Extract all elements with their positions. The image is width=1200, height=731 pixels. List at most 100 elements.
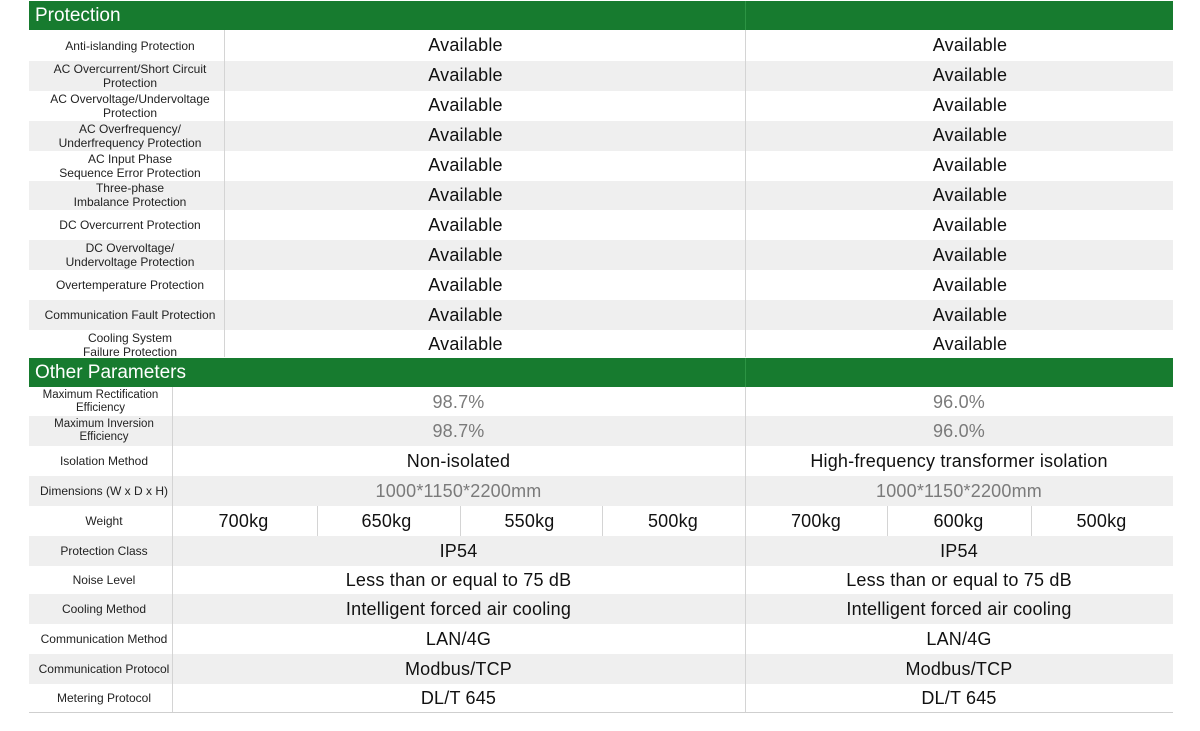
param-label: Maximum Rectification Efficiency bbox=[42, 389, 159, 414]
protection-value: Available bbox=[932, 334, 1008, 355]
protection-label: DC Overcurrent Protection bbox=[59, 218, 201, 233]
protection-label: Overtemperature Protection bbox=[55, 278, 205, 293]
section-title-protection: Protection bbox=[35, 5, 121, 26]
weight-value: 650kg bbox=[361, 510, 412, 531]
protection-row: AC Overcurrent/Short Circuit Protection A… bbox=[29, 60, 1173, 91]
param-row-weight: Weight 700kg 650kg 550kg 500kg 700kg 600… bbox=[29, 506, 1173, 536]
cell-divider bbox=[887, 506, 888, 536]
param-row-protection-class: Protection Class IP54 IP54 bbox=[29, 536, 1173, 566]
protection-value: Available bbox=[428, 274, 503, 295]
protection-label: AC Overfrequency/ Underfrequency Protect… bbox=[58, 121, 202, 150]
protection-value: Available bbox=[932, 274, 1008, 295]
protection-label: Cooling System Failure Protection bbox=[82, 330, 178, 359]
param-value: 98.7% bbox=[432, 420, 485, 441]
section-title-other-parameters: Other Parameters bbox=[35, 362, 186, 383]
protection-label: AC Overvoltage/Undervoltage Protection bbox=[50, 91, 210, 120]
protection-value: Available bbox=[932, 244, 1008, 265]
param-label: Cooling Method bbox=[61, 602, 147, 616]
protection-value: Available bbox=[428, 95, 503, 116]
protection-row: Anti-islanding Protection Available Availa… bbox=[29, 31, 1173, 61]
param-value: 1000*1150*2200mm bbox=[876, 480, 1042, 501]
section-header-other-parameters: Other Parameters bbox=[29, 358, 1173, 387]
header-divider bbox=[745, 358, 746, 387]
param-value: 96.0% bbox=[932, 391, 986, 412]
protection-row: AC Overvoltage/Undervoltage Protection Av… bbox=[29, 91, 1173, 121]
param-row-comm-method: Communication Method LAN/4G LAN/4G bbox=[29, 624, 1173, 654]
protection-label: Communication Fault Protection bbox=[44, 308, 216, 323]
param-label: Protection Class bbox=[60, 544, 148, 558]
cell-divider bbox=[317, 506, 318, 536]
protection-value: Available bbox=[428, 125, 503, 146]
param-value: High-frequency transformer isolation bbox=[810, 450, 1108, 471]
param-value: 1000*1150*2200mm bbox=[375, 480, 542, 501]
protection-value: Available bbox=[932, 184, 1008, 205]
protection-label: AC Overcurrent/Short Circuit Protection bbox=[53, 61, 207, 90]
param-value: Intelligent forced air cooling bbox=[345, 598, 572, 619]
param-value: LAN/4G bbox=[926, 628, 992, 649]
protection-label: Anti-islanding Protection bbox=[65, 38, 195, 53]
param-label: Isolation Method bbox=[59, 454, 149, 468]
param-row-max-rectification: Maximum Rectification Efficiency 98.7% 9… bbox=[29, 388, 1173, 416]
param-row-noise: Noise Level Less than or equal to 75 dB … bbox=[29, 566, 1173, 594]
param-value: Intelligent forced air cooling bbox=[846, 598, 1072, 619]
protection-value: Available bbox=[428, 334, 503, 355]
weight-value: 500kg bbox=[1076, 510, 1127, 531]
param-value: IP54 bbox=[940, 540, 978, 561]
param-value: 98.7% bbox=[432, 391, 485, 412]
weight-value: 700kg bbox=[790, 510, 842, 531]
param-row-max-inversion: Maximum Inversion Efficiency 98.7% 96.0% bbox=[29, 416, 1173, 446]
protection-value: Available bbox=[932, 95, 1008, 116]
protection-value: Available bbox=[428, 184, 503, 205]
protection-value: Available bbox=[428, 304, 503, 325]
param-row-metering: Metering Protocol DL/T 645 DL/T 645 bbox=[29, 684, 1173, 712]
protection-row: DC Overvoltage/ Undervoltage Protection A… bbox=[29, 240, 1173, 271]
param-label: Communication Method bbox=[40, 632, 168, 646]
weight-value: 600kg bbox=[933, 510, 984, 531]
param-value: Modbus/TCP bbox=[905, 658, 1013, 679]
param-row-dimensions: Dimensions (W x D x H) 1000*1150*2200mm … bbox=[29, 476, 1173, 506]
protection-row: Three-phase Imbalance Protection Availabl… bbox=[29, 180, 1173, 211]
protection-row: DC Overcurrent Protection Available Availa… bbox=[29, 210, 1173, 240]
protection-value: Available bbox=[932, 304, 1008, 325]
column-divider bbox=[745, 30, 746, 357]
param-value: Less than or equal to 75 dB bbox=[846, 569, 1072, 590]
param-label: Maximum Inversion Efficiency bbox=[54, 418, 154, 443]
param-label: Noise Level bbox=[72, 573, 136, 587]
protection-value: Available bbox=[932, 65, 1008, 86]
protection-row: AC Overfrequency/ Underfrequency Protect… bbox=[29, 120, 1173, 151]
protection-value: Available bbox=[428, 35, 503, 56]
param-value: Non-isolated bbox=[406, 450, 511, 471]
param-value: DL/T 645 bbox=[420, 687, 497, 708]
param-label: Communication Protocol bbox=[38, 662, 170, 676]
param-value: Modbus/TCP bbox=[404, 658, 513, 679]
param-row-comm-protocol: Communication Protocol Modbus/TCP Modbus… bbox=[29, 654, 1173, 684]
column-divider bbox=[224, 30, 225, 357]
weight-value: 500kg bbox=[647, 510, 699, 531]
param-row-cooling: Cooling Method Intelligent forced air co… bbox=[29, 594, 1173, 624]
cell-divider bbox=[1031, 506, 1032, 536]
protection-value: Available bbox=[428, 214, 503, 235]
param-label: Metering Protocol bbox=[56, 691, 152, 705]
param-value: 96.0% bbox=[932, 420, 986, 441]
protection-value: Available bbox=[428, 155, 503, 176]
protection-row: Cooling System Failure Protection Availab… bbox=[29, 330, 1173, 360]
protection-label: DC Overvoltage/ Undervoltage Protection bbox=[65, 241, 195, 270]
weight-value: 700kg bbox=[218, 510, 269, 531]
cell-divider bbox=[602, 506, 603, 536]
param-label: Dimensions (W x D x H) bbox=[39, 484, 168, 498]
protection-value: Available bbox=[428, 65, 503, 86]
protection-label: Three-phase Imbalance Protection bbox=[73, 181, 187, 210]
protection-value: Available bbox=[932, 35, 1008, 56]
protection-value: Available bbox=[428, 244, 503, 265]
param-value: DL/T 645 bbox=[921, 687, 997, 708]
header-divider bbox=[745, 1, 746, 30]
table-bottom-border bbox=[29, 712, 1173, 713]
protection-value: Available bbox=[932, 155, 1008, 176]
param-row-isolation: Isolation Method Non-isolated High-frequ… bbox=[29, 446, 1173, 476]
protection-value: Available bbox=[932, 214, 1008, 235]
param-value: Less than or equal to 75 dB bbox=[345, 569, 572, 590]
param-label: Weight bbox=[85, 514, 123, 528]
section-header-protection: Protection bbox=[29, 1, 1173, 30]
protection-label: AC Input Phase Sequence Error Protection bbox=[59, 151, 201, 180]
column-divider bbox=[745, 387, 746, 713]
